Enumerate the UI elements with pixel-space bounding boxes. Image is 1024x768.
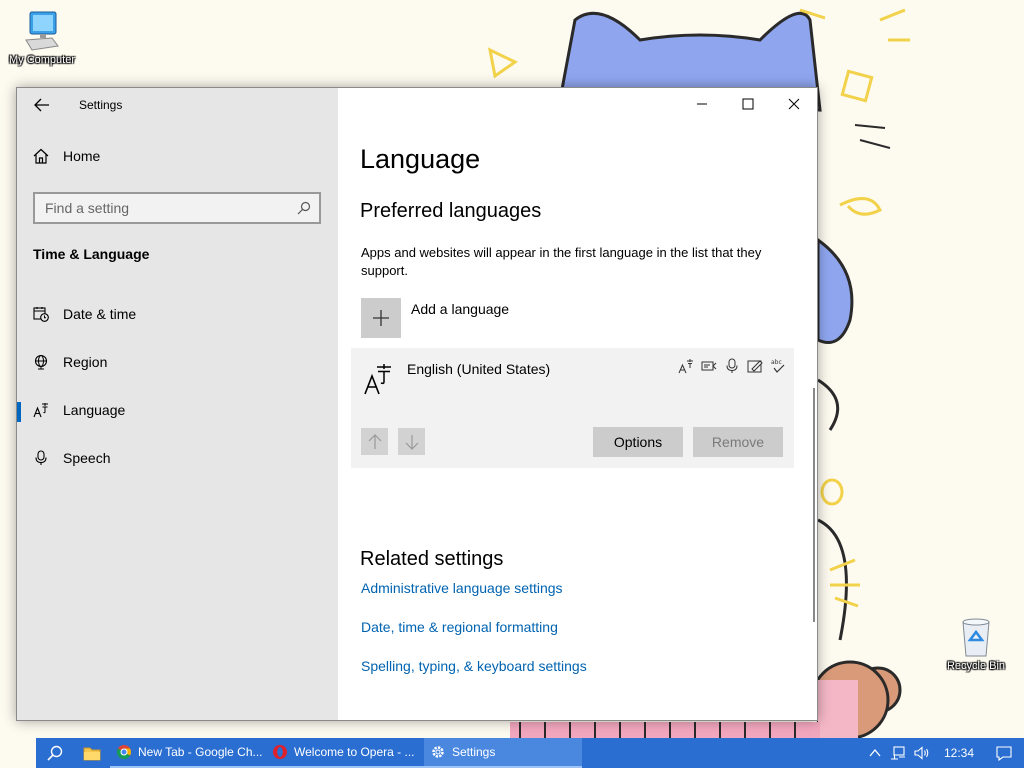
microphone-icon — [35, 450, 47, 465]
opera-icon — [273, 745, 287, 759]
add-language-button[interactable]: Add a language — [361, 298, 509, 338]
desktop-icon-my-computer[interactable]: My Computer — [0, 10, 84, 66]
plus-tile — [361, 298, 401, 338]
gear-icon — [432, 746, 444, 758]
sidebar-item-label: Date & time — [63, 306, 137, 322]
show-hidden-icons-button[interactable] — [864, 738, 886, 768]
handwriting-icon — [746, 357, 763, 374]
language-icon — [33, 403, 48, 418]
arrow-down-icon — [405, 434, 418, 450]
computer-icon — [25, 11, 59, 51]
text-to-speech-icon — [700, 357, 717, 374]
minimize-icon — [697, 103, 707, 105]
taskbar-app-chrome[interactable]: New Tab - Google Ch... — [110, 738, 266, 768]
preferred-languages-description: Apps and websites will appear in the fir… — [361, 245, 762, 278]
display-language-icon — [677, 357, 694, 374]
home-icon — [33, 148, 49, 164]
sidebar-item-home[interactable]: Home — [33, 148, 100, 164]
sidebar-section-title: Time & Language — [33, 246, 150, 262]
close-button[interactable] — [771, 88, 817, 120]
chrome-icon — [116, 745, 132, 760]
language-entry[interactable]: English (United States) abc Options Remo… — [351, 348, 794, 468]
spelling-typing-keyboard-settings-link[interactable]: Spelling, typing, & keyboard settings — [361, 658, 587, 674]
speech-recognition-icon — [723, 357, 740, 374]
page-title: Language — [360, 144, 481, 174]
sidebar-item-label: Language — [63, 402, 126, 418]
network-icon — [890, 746, 905, 760]
taskbar-file-explorer-button[interactable] — [74, 738, 110, 768]
globe-icon — [34, 354, 48, 370]
desktop-icon-recycle-bin[interactable]: Recycle Bin — [934, 614, 1018, 672]
sidebar: Settings Home Time & Language Date & tim… — [17, 88, 338, 720]
plus-icon — [373, 310, 389, 326]
scrollbar[interactable] — [813, 388, 815, 622]
date-time-regional-formatting-link[interactable]: Date, time & regional formatting — [361, 619, 558, 635]
action-center-button[interactable] — [984, 738, 1024, 768]
move-down-button[interactable] — [398, 428, 425, 455]
settings-window: Settings Home Time & Language Date & tim… — [16, 87, 818, 721]
taskbar-app-label: Settings — [452, 745, 496, 759]
network-button[interactable] — [886, 738, 910, 768]
speaker-icon — [914, 746, 929, 760]
language-feature-icons: abc — [677, 357, 786, 374]
taskbar-app-opera[interactable]: Welcome to Opera - ... — [266, 738, 424, 768]
search-input[interactable] — [45, 200, 285, 216]
related-settings-title: Related settings — [360, 548, 504, 570]
main-content: Language Preferred languages Apps and we… — [338, 88, 817, 720]
taskbar-app-label: Welcome to Opera - ... — [294, 745, 415, 759]
search-icon[interactable] — [297, 201, 311, 215]
back-arrow-icon — [34, 98, 49, 112]
preferred-languages-title: Preferred languages — [360, 200, 542, 222]
desktop-icon-label: My Computer — [8, 54, 76, 66]
chevron-up-icon — [869, 748, 881, 757]
search-icon — [47, 745, 63, 761]
folder-icon — [83, 747, 101, 761]
language-glyph-icon — [364, 364, 391, 395]
close-icon — [788, 98, 800, 110]
volume-button[interactable] — [910, 738, 934, 768]
home-label: Home — [63, 148, 101, 164]
back-button[interactable] — [29, 94, 55, 116]
window-title: Settings — [79, 98, 123, 112]
system-tray: 12:34 — [864, 738, 1024, 768]
maximize-button[interactable] — [725, 88, 771, 120]
svg-text:abc: abc — [771, 359, 782, 366]
taskbar-app-settings[interactable]: Settings — [424, 738, 582, 768]
sidebar-item-label: Speech — [63, 450, 111, 466]
taskbar: New Tab - Google Ch... Welcome to Opera … — [36, 738, 1024, 768]
taskbar-clock[interactable]: 12:34 — [934, 746, 984, 760]
language-name: English (United States) — [407, 361, 551, 377]
options-button[interactable]: Options — [593, 427, 683, 457]
recycle-bin-icon — [962, 618, 990, 657]
sidebar-item-region[interactable]: Region — [17, 344, 338, 380]
calendar-clock-icon — [33, 307, 49, 322]
sidebar-item-date-time[interactable]: Date & time — [17, 296, 338, 332]
maximize-icon — [742, 98, 754, 110]
sidebar-item-speech[interactable]: Speech — [17, 440, 338, 476]
spellcheck-icon: abc — [769, 357, 786, 374]
remove-button[interactable]: Remove — [693, 427, 783, 457]
sidebar-item-label: Region — [63, 354, 108, 370]
admin-language-settings-link[interactable]: Administrative language settings — [361, 580, 563, 596]
desktop-icon-label: Recycle Bin — [946, 660, 1006, 672]
taskbar-search-button[interactable] — [36, 738, 74, 768]
notification-icon — [996, 746, 1012, 761]
minimize-button[interactable] — [679, 88, 725, 120]
arrow-up-icon — [368, 433, 381, 449]
taskbar-app-label: New Tab - Google Ch... — [138, 745, 263, 759]
move-up-button[interactable] — [361, 428, 388, 455]
sidebar-item-language[interactable]: Language — [17, 392, 338, 428]
search-box[interactable] — [33, 192, 321, 224]
add-language-label: Add a language — [411, 301, 510, 317]
